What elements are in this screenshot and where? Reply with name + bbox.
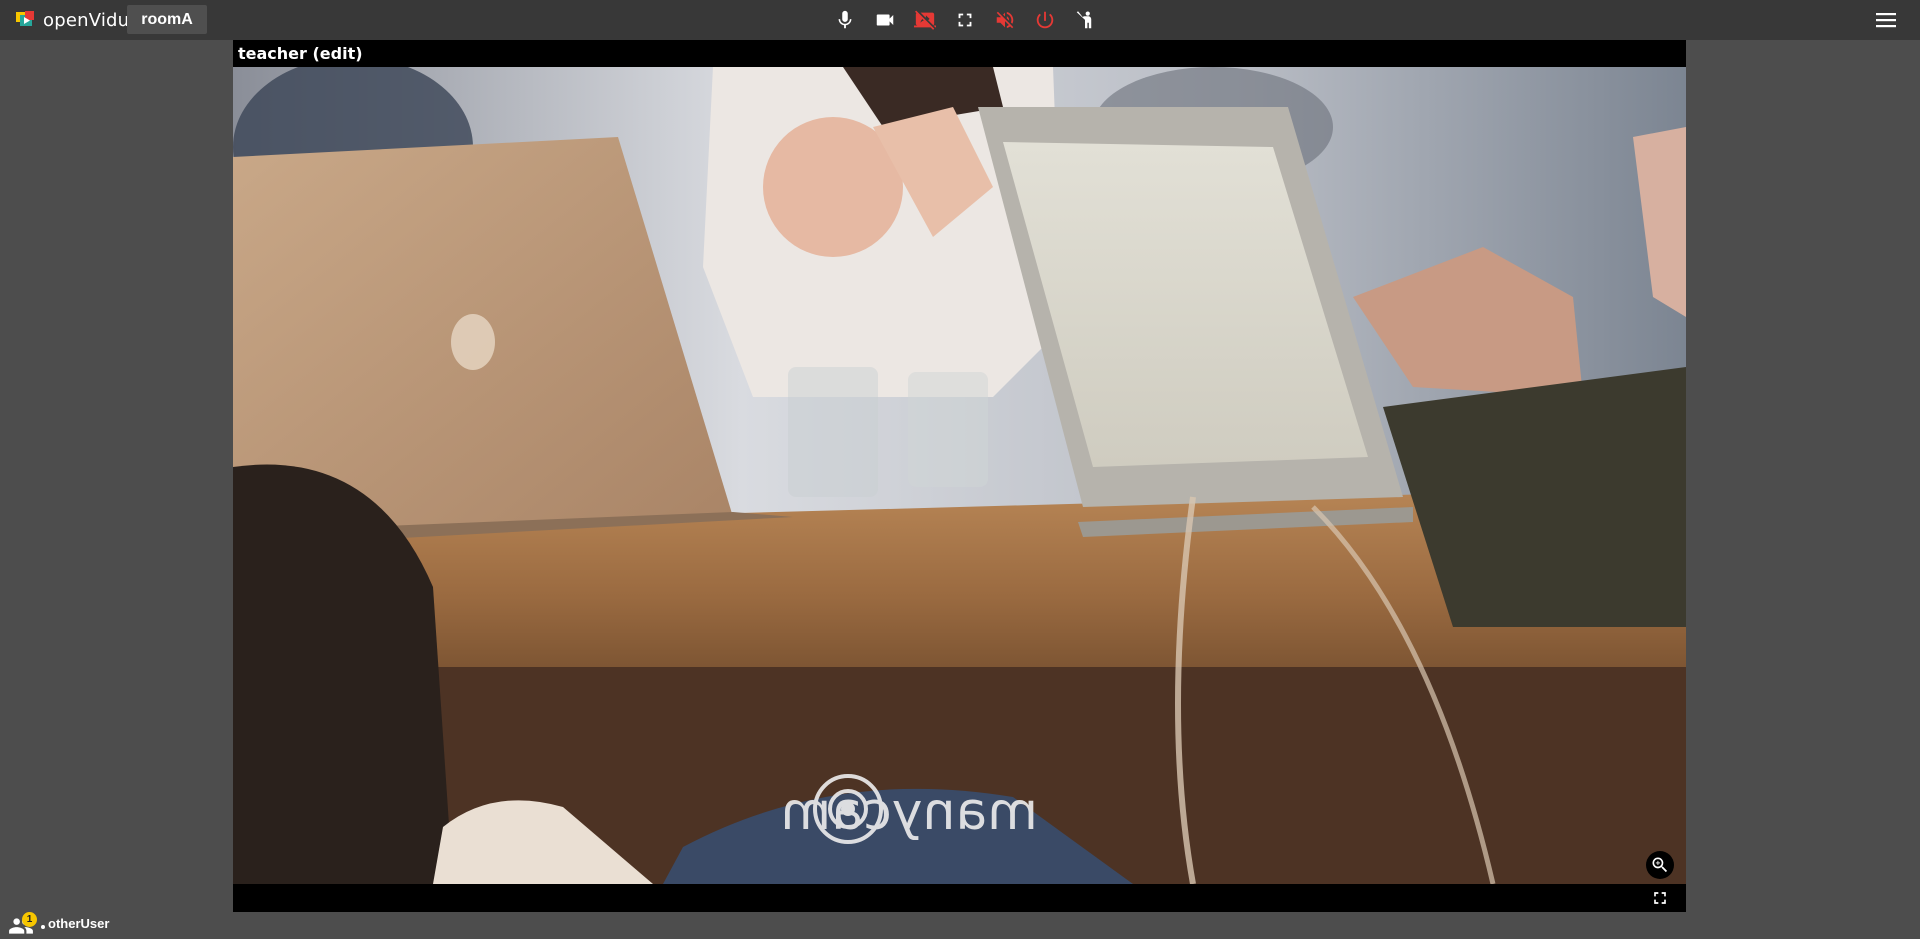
participant-count-badge: 1: [22, 912, 37, 927]
stream-name[interactable]: teacher (edit): [238, 44, 363, 63]
zoom-button[interactable]: [1646, 851, 1674, 879]
camera-button[interactable]: [865, 8, 905, 32]
videocam-icon: [876, 14, 894, 26]
openvidu-logo-icon: [16, 11, 34, 26]
watermark-logo-icon: [813, 774, 883, 844]
raise-hand-button[interactable]: [1065, 8, 1105, 32]
menu-icon: [1876, 13, 1896, 28]
screen-share-off-icon: [914, 10, 936, 30]
leave-session-button[interactable]: [1025, 8, 1065, 32]
status-dot: [41, 925, 45, 929]
session-toolbar: [825, 8, 1105, 32]
fullscreen-toggle-button[interactable]: [945, 8, 985, 32]
room-name: roomA: [127, 5, 207, 34]
video-scene: [233, 67, 1686, 884]
fullscreen-icon: [958, 13, 972, 27]
participants-icon-wrap: 1: [8, 910, 48, 937]
mic-button[interactable]: [825, 8, 865, 32]
power-icon: [1036, 11, 1054, 29]
stream-container: teacher (edit) manycam: [233, 40, 1686, 912]
stream-fullscreen-button[interactable]: [1649, 887, 1671, 909]
zoom-in-icon: [1652, 857, 1668, 873]
manycam-watermark: manycam: [781, 772, 1133, 852]
speaker-button[interactable]: [985, 8, 1025, 32]
participant-entry[interactable]: 1 otherUser: [8, 910, 109, 937]
menu-button[interactable]: [1872, 8, 1900, 32]
openvidu-logo[interactable]: openVidu: [16, 9, 130, 31]
volume-off-icon: [996, 11, 1014, 29]
hand-icon: [1076, 11, 1092, 29]
participant-name: otherUser: [48, 916, 110, 931]
brand-name: openVidu: [43, 9, 130, 31]
screen-share-button[interactable]: [905, 8, 945, 32]
top-bar: openVidu roomA: [0, 0, 1920, 40]
fullscreen-icon: [1654, 892, 1666, 904]
video-feed[interactable]: manycam: [233, 67, 1686, 884]
mic-icon: [838, 10, 852, 29]
